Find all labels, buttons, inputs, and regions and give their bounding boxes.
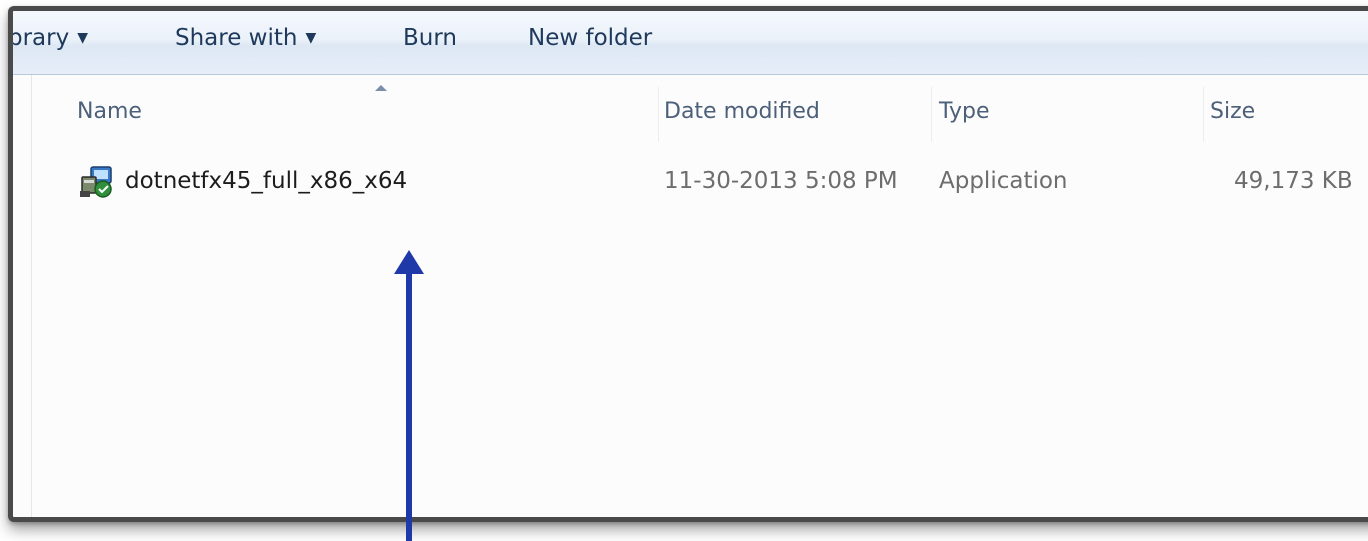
column-header-name[interactable]: Name — [77, 99, 142, 124]
file-date-modified: 11-30-2013 5:08 PM — [664, 168, 898, 194]
file-name[interactable]: dotnetfx45_full_x86_x64 — [125, 168, 407, 194]
installer-app-icon — [80, 166, 112, 198]
chevron-down-icon: ▼ — [77, 30, 88, 46]
burn-button[interactable]: Burn — [403, 25, 457, 51]
command-bar: brary ▼ Share with ▼ Burn New folder — [13, 11, 1368, 75]
sort-ascending-icon — [375, 85, 387, 91]
burn-label: Burn — [403, 25, 457, 51]
share-with-label: Share with — [175, 25, 298, 51]
file-size: 49,173 KB — [1234, 168, 1353, 194]
column-header-type[interactable]: Type — [939, 99, 990, 124]
file-row[interactable]: dotnetfx45_full_x86_x64 11-30-2013 5:08 … — [73, 153, 1368, 213]
column-divider[interactable] — [1203, 87, 1204, 142]
chevron-down-icon: ▼ — [305, 30, 317, 46]
annotation-arrow-icon — [394, 250, 424, 541]
column-header-date-modified[interactable]: Date modified — [664, 99, 820, 124]
file-list-pane: Name Date modified Type Size dotnetfx45_… — [13, 75, 1368, 517]
new-folder-label: New folder — [528, 25, 653, 51]
column-divider[interactable] — [658, 87, 659, 142]
share-with-button[interactable]: Share with ▼ — [175, 25, 316, 51]
library-menu-button[interactable]: brary ▼ — [8, 25, 88, 51]
new-folder-button[interactable]: New folder — [528, 25, 652, 51]
column-header-size[interactable]: Size — [1210, 99, 1255, 124]
explorer-window: brary ▼ Share with ▼ Burn New folder Name … — [8, 6, 1368, 522]
pane-divider — [31, 75, 32, 517]
file-type: Application — [939, 168, 1068, 194]
column-divider[interactable] — [931, 87, 932, 142]
library-menu-label: brary — [8, 25, 70, 51]
